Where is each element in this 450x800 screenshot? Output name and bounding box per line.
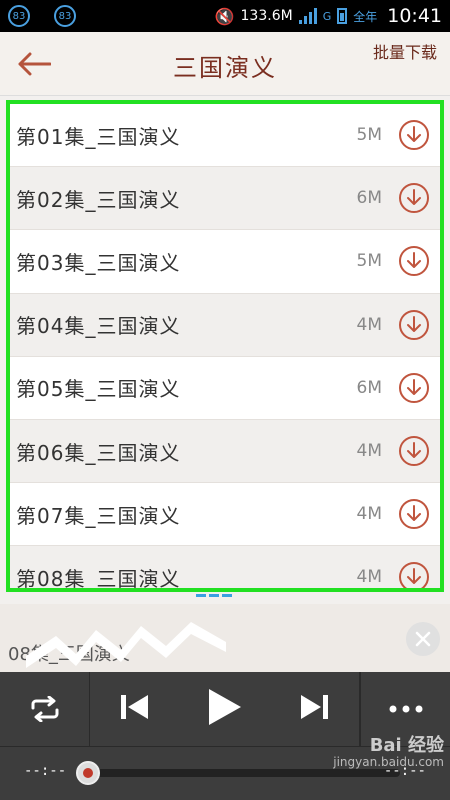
skip-next-icon xyxy=(301,695,329,719)
app-header: 三国演义 批量下载 xyxy=(0,32,450,96)
download-icon[interactable] xyxy=(398,498,430,530)
download-icon[interactable] xyxy=(398,372,430,404)
mute-icon: 🔇 xyxy=(214,6,235,26)
next-button[interactable] xyxy=(299,691,331,727)
download-icon[interactable] xyxy=(398,119,430,151)
progress-track[interactable] xyxy=(88,769,400,777)
status-bar: 83 83 🔇 133.6M G 全年 10:41 xyxy=(0,0,450,32)
status-icons: 🔇 133.6M G 全年 10:41 xyxy=(215,5,442,27)
episode-list: 第01集_三国演义 5M 第02集_三国演义 6M 第03集_三国演义 5M 第… xyxy=(6,100,444,592)
clock: 10:41 xyxy=(387,5,442,27)
notification-badge: 83 xyxy=(54,5,76,27)
page-indicator xyxy=(196,594,232,597)
carrier-label: 全年 xyxy=(353,9,378,24)
previous-button[interactable] xyxy=(118,691,150,727)
episode-size: 4M xyxy=(356,567,382,588)
more-icon xyxy=(389,705,422,713)
list-item[interactable]: 第08集_三国演义 4M xyxy=(10,546,440,592)
list-item[interactable]: 第04集_三国演义 4M xyxy=(10,293,440,357)
episode-size: 4M xyxy=(356,504,382,525)
download-icon[interactable] xyxy=(398,182,430,214)
player-bar: --:-- --:-- Bai 经验 jingyan.baidu.com xyxy=(0,672,450,800)
episode-title: 第03集_三国演义 xyxy=(16,250,181,275)
episode-title: 第02集_三国演义 xyxy=(16,187,181,212)
batch-download-button[interactable]: 批量下载 xyxy=(370,42,440,64)
episode-size: 6M xyxy=(356,188,382,209)
list-item[interactable]: 第03集_三国演义 5M xyxy=(10,230,440,294)
episode-title: 第07集_三国演义 xyxy=(16,503,181,528)
episode-size: 5M xyxy=(356,251,382,272)
episode-title: 第06集_三国演义 xyxy=(16,440,181,465)
list-item[interactable]: 第06集_三国演义 4M xyxy=(10,419,440,484)
signal-icon xyxy=(298,8,317,24)
play-button[interactable] xyxy=(205,687,243,731)
close-icon xyxy=(415,631,431,647)
episode-title: 第08集_三国演义 xyxy=(16,566,181,591)
episode-title: 第01集_三国演义 xyxy=(16,124,181,149)
list-item[interactable]: 第05集_三国演义 6M xyxy=(10,357,440,420)
watermark-url: jingyan.baidu.com xyxy=(333,755,444,769)
download-icon[interactable] xyxy=(398,435,430,467)
episode-size: 4M xyxy=(356,441,382,462)
progress-knob[interactable] xyxy=(76,761,100,785)
network-speed: 133.6M xyxy=(240,8,293,24)
download-icon[interactable] xyxy=(398,245,430,277)
episode-size: 6M xyxy=(356,377,382,398)
episode-title: 第05集_三国演义 xyxy=(16,377,181,402)
download-icon[interactable] xyxy=(398,561,430,592)
episode-size: 4M xyxy=(356,314,382,335)
download-icon[interactable] xyxy=(398,309,430,341)
watermark-brand: Bai 经验 xyxy=(369,735,444,756)
repeat-icon xyxy=(31,696,58,722)
notification-badge: 83 xyxy=(8,5,30,27)
episode-size: 5M xyxy=(356,125,382,146)
battery-icon xyxy=(337,8,348,24)
redaction-scribble xyxy=(26,622,226,668)
list-item[interactable]: 第07集_三国演义 4M xyxy=(10,483,440,547)
list-item[interactable]: 第02集_三国演义 6M xyxy=(10,167,440,231)
close-button[interactable] xyxy=(406,622,440,656)
elapsed-time: --:-- xyxy=(24,763,67,779)
skip-previous-icon xyxy=(120,695,148,719)
transport-controls xyxy=(90,672,360,746)
list-item[interactable]: 第01集_三国演义 5M xyxy=(10,104,440,168)
play-icon xyxy=(209,689,242,725)
network-type: G xyxy=(322,9,332,23)
episode-title: 第04集_三国演义 xyxy=(16,314,181,339)
repeat-button[interactable] xyxy=(0,672,90,746)
now-playing-strip[interactable]: 08集_三国演义 xyxy=(0,604,450,672)
watermark: Bai 经验 jingyan.baidu.com xyxy=(333,735,444,770)
